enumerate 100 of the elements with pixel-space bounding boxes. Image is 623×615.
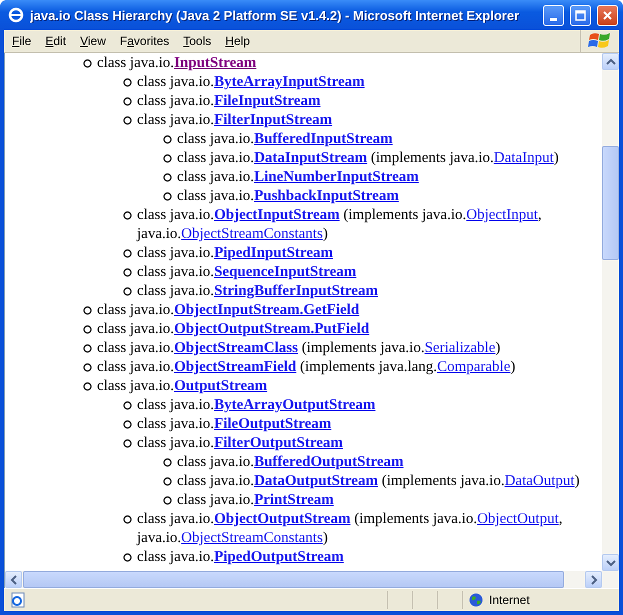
class-link[interactable]: PrintStream [254, 492, 334, 508]
globe-icon [469, 593, 483, 607]
bullet-icon [123, 553, 132, 562]
class-link[interactable]: ObjectStreamClass [174, 340, 298, 356]
scroll-down-button[interactable] [602, 554, 619, 571]
class-link[interactable]: FileInputStream [214, 93, 320, 109]
scroll-left-button[interactable] [5, 571, 22, 588]
class-link[interactable]: FileOutputStream [214, 416, 332, 432]
bullet-icon [123, 515, 132, 524]
menu-item[interactable]: Favorites [114, 34, 176, 48]
scroll-up-button[interactable] [602, 53, 619, 70]
class-link[interactable]: LineNumberInputStream [254, 169, 419, 185]
bullet-icon [163, 154, 172, 163]
bullet-icon [83, 59, 92, 68]
interface-link[interactable]: Comparable [437, 359, 510, 375]
bullet-icon [163, 173, 172, 182]
class-entry: class java.io.ObjectInputStream.GetField [97, 301, 360, 320]
bullet-icon [83, 363, 92, 372]
interface-link[interactable]: ObjectStreamConstants [181, 226, 323, 242]
class-entry: class java.io.BufferedInputStream [177, 130, 393, 149]
windows-flag-icon [588, 31, 612, 51]
bullet-icon [83, 382, 92, 391]
zone-label: Internet [489, 593, 530, 607]
bullet-icon [123, 401, 132, 410]
class-entry: class java.io.StringBufferInputStream [137, 282, 378, 301]
bullet-icon [123, 116, 132, 125]
bullet-icon [163, 192, 172, 201]
bullet-icon [83, 344, 92, 353]
window-title: java.io Class Hierarchy (Java 2 Platform SE v1.4.2) - Microsoft Internet Explorer [30, 8, 520, 22]
class-entry: class java.io.ObjectOutputStream.PutField [97, 320, 370, 339]
class-link[interactable]: ByteArrayOutputStream [214, 397, 376, 413]
class-link[interactable]: OutputStream [174, 378, 268, 394]
class-link[interactable]: DataInputStream [254, 150, 368, 166]
class-entry: class java.io.PushbackInputStream [177, 187, 399, 206]
class-entry: class java.io.PipedOutputStream [137, 548, 344, 567]
interface-link[interactable]: ObjectInput [466, 207, 538, 223]
class-entry: class java.io.LineNumberInputStream [177, 168, 419, 187]
class-link[interactable]: ObjectInputStream [214, 207, 340, 223]
close-button[interactable] [597, 4, 618, 26]
close-icon [602, 10, 613, 20]
maximize-icon [575, 10, 586, 20]
bullet-icon [123, 439, 132, 448]
class-link[interactable]: PushbackInputStream [254, 188, 399, 204]
class-entry: class java.io.SequenceInputStream [137, 263, 356, 282]
menu-item[interactable]: File [6, 34, 38, 48]
class-entry: class java.io.FileInputStream [137, 92, 320, 111]
menu-item[interactable]: Edit [39, 34, 72, 48]
bullet-icon [163, 135, 172, 144]
class-entry: class java.io.BufferedOutputStream [177, 453, 404, 472]
class-link[interactable]: DataOutputStream [254, 473, 378, 489]
menu-item[interactable]: View [74, 34, 112, 48]
class-entry: class java.io.OutputStream [97, 377, 268, 396]
class-link[interactable]: ObjectStreamField [174, 359, 296, 375]
interface-link[interactable]: DataInput [494, 150, 554, 166]
interface-link[interactable]: ObjectStreamConstants [181, 530, 323, 546]
class-link[interactable]: BufferedOutputStream [254, 454, 404, 470]
class-link[interactable]: FilterOutputStream [214, 435, 343, 451]
class-link[interactable]: FilterInputStream [214, 112, 332, 128]
bullet-icon [123, 268, 132, 277]
menu-item[interactable]: Help [219, 34, 256, 48]
class-link[interactable]: PipedInputStream [214, 245, 333, 261]
interface-link[interactable]: ObjectOutput [477, 511, 559, 527]
class-entry: class java.io.InputStream [97, 54, 256, 73]
class-entry: class java.io.ObjectStreamClass (implements java.io.Serializable) [97, 339, 500, 358]
class-entry: class java.io.ObjectOutputStream (implements java.io.ObjectOutput, java.io.ObjectStreamConstants) [137, 510, 562, 548]
class-link[interactable]: SequenceInputStream [214, 264, 356, 280]
ie-logo-icon [8, 7, 24, 23]
class-entry: class java.io.ByteArrayOutputStream [137, 396, 376, 415]
maximize-button[interactable] [570, 4, 591, 26]
bullet-icon [123, 211, 132, 220]
interface-link[interactable]: Serializable [424, 340, 496, 356]
bullet-icon [123, 78, 132, 87]
class-entry: class java.io.FileOutputStream [137, 415, 332, 434]
bullet-icon [123, 420, 132, 429]
class-entry: class java.io.FilterInputStream [137, 111, 332, 130]
class-entry: class java.io.DataOutputStream (implements java.io.DataOutput) [177, 472, 580, 491]
bullet-icon [123, 287, 132, 296]
class-link[interactable]: ObjectOutputStream [214, 511, 350, 527]
class-link[interactable]: PipedOutputStream [214, 549, 344, 565]
menu-item[interactable]: Tools [177, 34, 218, 48]
class-link[interactable]: BufferedInputStream [254, 131, 393, 147]
bullet-icon [123, 97, 132, 106]
scroll-right-button[interactable] [585, 571, 602, 588]
bullet-icon [163, 458, 172, 467]
class-link[interactable]: ObjectInputStream.GetField [174, 302, 360, 318]
minimize-button[interactable] [543, 4, 564, 26]
class-entry: class java.io.PipedInputStream [137, 244, 333, 263]
class-entry: class java.io.ObjectInputStream (implements java.io.ObjectInput, java.io.ObjectStreamConstants) [137, 206, 542, 244]
class-link[interactable]: StringBufferInputStream [214, 283, 378, 299]
bullet-icon [163, 496, 172, 505]
bullet-icon [163, 477, 172, 486]
scrollbar-thumb[interactable] [602, 146, 619, 260]
interface-link[interactable]: DataOutput [504, 473, 575, 489]
scrollbar-thumb[interactable] [23, 571, 564, 588]
minimize-icon [550, 18, 557, 20]
class-link[interactable]: ByteArrayInputStream [214, 74, 365, 90]
class-link[interactable]: ObjectOutputStream.PutField [174, 321, 370, 337]
bullet-icon [83, 325, 92, 334]
class-entry: class java.io.FilterOutputStream [137, 434, 343, 453]
class-link[interactable]: InputStream [174, 55, 256, 71]
